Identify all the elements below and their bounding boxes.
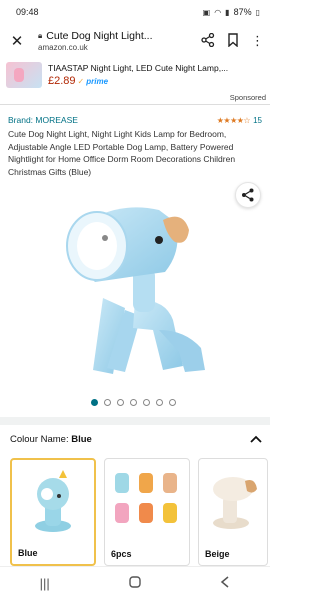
page-title: Cute Dog Night Light... <box>46 30 153 42</box>
rating-count: 15 <box>253 115 262 125</box>
sponsored-label: Sponsored <box>229 93 266 102</box>
share-button[interactable] <box>235 182 261 208</box>
prime-check-icon: ✓ <box>77 77 85 86</box>
page-domain: amazon.co.uk <box>38 43 88 52</box>
swatch-6pcs-image <box>105 459 189 541</box>
colour-selected: Blue <box>71 433 92 445</box>
carousel-dot[interactable] <box>130 399 137 406</box>
chevron-up-icon[interactable] <box>250 432 262 446</box>
more-icon[interactable]: ⋮ <box>251 33 264 49</box>
signal-icon: ▮ <box>225 7 230 17</box>
colour-label-text: Colour Name: <box>10 433 69 445</box>
section-divider <box>0 417 270 425</box>
wifi-icon: ◠ <box>214 7 222 17</box>
ad-title: TIAASTAP Night Light, LED Cute Night Lam… <box>48 63 229 73</box>
swatch-blue-image <box>12 460 94 542</box>
divider <box>0 104 270 105</box>
home-icon[interactable] <box>129 576 141 591</box>
image-carousel-dots <box>91 399 176 406</box>
browser-toolbar: ✕ 🔒︎ Cute Dog Night Light... amazon.co.u… <box>0 24 270 58</box>
back-icon[interactable] <box>220 576 230 591</box>
swatch-label: Beige <box>205 549 230 559</box>
swatch-6pcs[interactable]: 6pcs <box>104 458 190 566</box>
lock-icon: 🔒︎ <box>38 31 43 40</box>
colour-label: Colour Name: Blue <box>10 434 92 445</box>
swatch-beige[interactable]: Beige <box>198 458 268 566</box>
share-icon[interactable] <box>201 32 215 50</box>
carousel-dot[interactable] <box>156 399 163 406</box>
close-icon[interactable]: ✕ <box>8 32 26 50</box>
star-rating-icon: ★★★★☆ <box>216 115 251 125</box>
rating[interactable]: ★★★★☆ 15 <box>217 116 262 125</box>
share-icon <box>242 188 254 202</box>
carousel-dot[interactable] <box>91 399 98 406</box>
carousel-dot[interactable] <box>117 399 124 406</box>
recents-icon[interactable]: ||| <box>40 576 50 591</box>
brand-link[interactable]: Brand: MOREASE <box>8 115 78 125</box>
product-title: Cute Dog Night Light, Night Light Kids L… <box>8 129 236 177</box>
swatch-label: Blue <box>18 548 38 558</box>
status-time: 09:48 <box>16 7 39 17</box>
carousel-dot[interactable] <box>143 399 150 406</box>
ad-price: £2.89 <box>48 75 76 87</box>
colour-swatches: Blue 6pcs Beige <box>10 458 268 566</box>
notification-icon: ▣ <box>202 7 211 17</box>
sponsored-ad[interactable]: TIAASTAP Night Light, LED Cute Night Lam… <box>0 58 270 92</box>
system-nav-bar: ||| <box>0 566 270 600</box>
carousel-dot[interactable] <box>104 399 111 406</box>
carousel-dot[interactable] <box>169 399 176 406</box>
product-image[interactable] <box>55 180 215 390</box>
swatch-label: 6pcs <box>111 549 132 559</box>
prime-label: prime <box>86 77 109 86</box>
brand-rating-row: Brand: MOREASE ★★★★☆ 15 <box>8 115 262 125</box>
url-block[interactable]: 🔒︎ Cute Dog Night Light... amazon.co.uk <box>38 30 201 52</box>
swatch-beige-image <box>199 459 267 541</box>
status-bar: 09:48 ▣ ◠ ▮ 87% ▯ <box>0 0 270 24</box>
swatch-blue[interactable]: Blue <box>10 458 96 566</box>
battery-percent: 87% <box>233 7 252 17</box>
colour-header[interactable]: Colour Name: Blue <box>10 432 262 446</box>
status-icons: ▣ ◠ ▮ 87% ▯ <box>203 7 260 17</box>
battery-icon: ▯ <box>255 7 260 17</box>
bookmark-icon[interactable] <box>227 32 239 50</box>
ad-thumbnail <box>6 62 42 88</box>
